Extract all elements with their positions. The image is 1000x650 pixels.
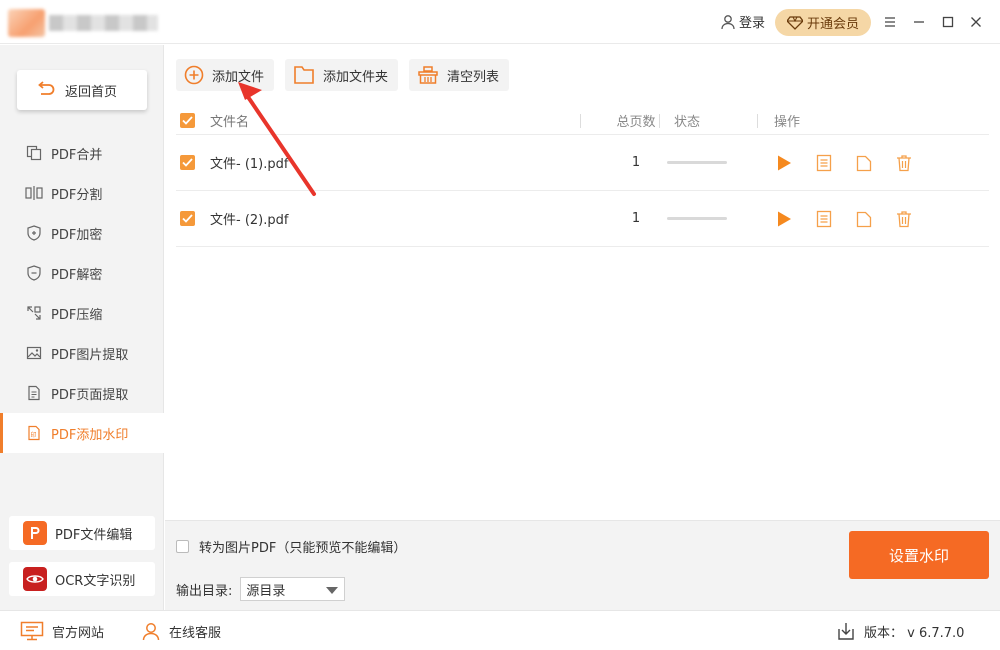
convert-label: 转为图片PDF（只能预览不能编辑） (199, 541, 407, 556)
logo-mark (8, 9, 45, 37)
lock-shield-icon (24, 223, 44, 243)
sidebar-item-page-extract[interactable]: PDF页面提取 (0, 373, 164, 413)
play-icon[interactable] (774, 153, 794, 173)
page-count: 1 (631, 211, 641, 226)
file-icon[interactable] (854, 209, 874, 229)
page-count: 1 (631, 155, 641, 170)
title-bar: 登录 开通会员 (0, 0, 1000, 44)
clear-list-label: 清空列表 (447, 69, 500, 85)
maximize-icon[interactable] (938, 12, 958, 32)
support-label: 在线客服 (169, 625, 222, 641)
status-bar: 官方网站 在线客服 版本： v 6.7.7.0 (0, 610, 1000, 650)
version-info[interactable]: 版本： v 6.7.7.0 (836, 621, 964, 641)
sidebar-item-label: PDF压缩 (51, 307, 103, 323)
sidebar-item-merge[interactable]: PDF合并 (0, 133, 164, 173)
document-detail-icon[interactable] (814, 209, 834, 229)
online-support-link[interactable]: 在线客服 (141, 621, 221, 641)
image-icon (24, 343, 44, 363)
column-divider (580, 114, 581, 128)
add-folder-label: 添加文件夹 (323, 69, 389, 85)
watermark-icon: 印 (24, 423, 44, 443)
output-directory-select[interactable]: 源目录 (240, 577, 346, 601)
ocr-eye-icon (23, 567, 47, 591)
pdf-editor-icon (23, 521, 47, 545)
sidebar-menu: PDF合并 PDF分割 PDF加密 PDF解密 PDF压缩 PDF图片提取 PD… (0, 133, 164, 453)
sidebar-item-label: PDF合并 (51, 147, 103, 163)
sidebar-item-image-extract[interactable]: PDF图片提取 (0, 333, 164, 373)
website-label: 官方网站 (52, 625, 105, 641)
download-icon (838, 623, 854, 640)
sidebar: 返回首页 PDF合并 PDF分割 PDF加密 PDF解密 PDF压缩 PDF图片… (0, 45, 164, 610)
column-divider (757, 114, 758, 128)
bottom-panel: 转为图片PDF（只能预览不能编辑） 输出目录: 源目录 设置水印 (165, 520, 1000, 610)
trash-icon[interactable] (894, 209, 914, 229)
progress-bar (667, 161, 727, 164)
basket-icon (418, 66, 438, 84)
merge-icon (24, 143, 44, 163)
select-all-checkbox[interactable] (180, 113, 195, 128)
sidebar-item-decrypt[interactable]: PDF解密 (0, 253, 164, 293)
menu-icon[interactable] (880, 12, 900, 32)
column-divider (659, 114, 660, 128)
minimize-icon[interactable] (909, 12, 929, 32)
file-name: 文件- (2).pdf (210, 213, 289, 228)
file-icon[interactable] (854, 153, 874, 173)
close-icon[interactable] (966, 12, 986, 32)
sidebar-item-watermark[interactable]: 印 PDF添加水印 (0, 413, 164, 453)
header-operation: 操作 (774, 115, 801, 130)
tool-label: OCR文字识别 (55, 573, 136, 589)
return-arrow-icon (38, 81, 55, 95)
login-button[interactable]: 登录 (720, 12, 765, 31)
annotation-arrow (238, 82, 316, 196)
set-watermark-button[interactable]: 设置水印 (849, 531, 989, 579)
sidebar-item-label: PDF加密 (51, 227, 103, 243)
sidebar-item-label: PDF图片提取 (51, 347, 129, 363)
chevron-down-icon (326, 587, 339, 594)
tool-label: PDF文件编辑 (55, 527, 133, 543)
plus-circle-icon (184, 65, 204, 85)
split-icon (24, 183, 44, 203)
sidebar-item-label: PDF页面提取 (51, 387, 129, 403)
trash-icon[interactable] (894, 153, 914, 173)
convert-to-image-option[interactable]: 转为图片PDF（只能预览不能编辑） (176, 537, 406, 556)
play-icon[interactable] (774, 209, 794, 229)
output-value: 源目录 (246, 583, 286, 599)
login-label: 登录 (739, 16, 766, 31)
document-detail-icon[interactable] (814, 153, 834, 173)
sidebar-item-split[interactable]: PDF分割 (0, 173, 164, 213)
row-checkbox[interactable] (180, 155, 195, 170)
vip-button[interactable]: 开通会员 (775, 9, 871, 36)
sidebar-item-encrypt[interactable]: PDF加密 (0, 213, 164, 253)
user-icon (721, 14, 735, 29)
app-logo (8, 8, 158, 38)
sidebar-item-label: PDF分割 (51, 187, 103, 203)
compress-icon (24, 303, 44, 323)
ocr-card[interactable]: OCR文字识别 (9, 562, 155, 596)
output-directory: 输出目录: 源目录 (176, 577, 346, 601)
official-website-link[interactable]: 官方网站 (20, 621, 104, 641)
sidebar-item-label: PDF添加水印 (51, 427, 129, 443)
pdf-editor-card[interactable]: PDF文件编辑 (9, 516, 155, 550)
convert-checkbox[interactable] (176, 540, 189, 553)
clear-list-button[interactable]: 清空列表 (409, 59, 510, 91)
row-checkbox[interactable] (180, 211, 195, 226)
sidebar-item-compress[interactable]: PDF压缩 (0, 293, 164, 333)
header-status: 状态 (674, 115, 701, 130)
svg-text:印: 印 (31, 432, 37, 439)
logo-text-blurred (48, 15, 158, 31)
page-icon (24, 383, 44, 403)
header-pages: 总页数 (616, 115, 656, 130)
progress-bar (667, 217, 727, 220)
output-label: 输出目录: (176, 583, 233, 599)
sidebar-item-label: PDF解密 (51, 267, 103, 283)
vip-label: 开通会员 (806, 17, 859, 32)
diamond-icon (786, 15, 803, 30)
back-home-label: 返回首页 (65, 84, 118, 100)
monitor-icon (20, 621, 44, 641)
back-home-button[interactable]: 返回首页 (17, 70, 147, 110)
support-agent-icon (142, 623, 160, 641)
unlock-shield-icon (24, 263, 44, 283)
version-label: 版本： v 6.7.7.0 (864, 625, 965, 641)
